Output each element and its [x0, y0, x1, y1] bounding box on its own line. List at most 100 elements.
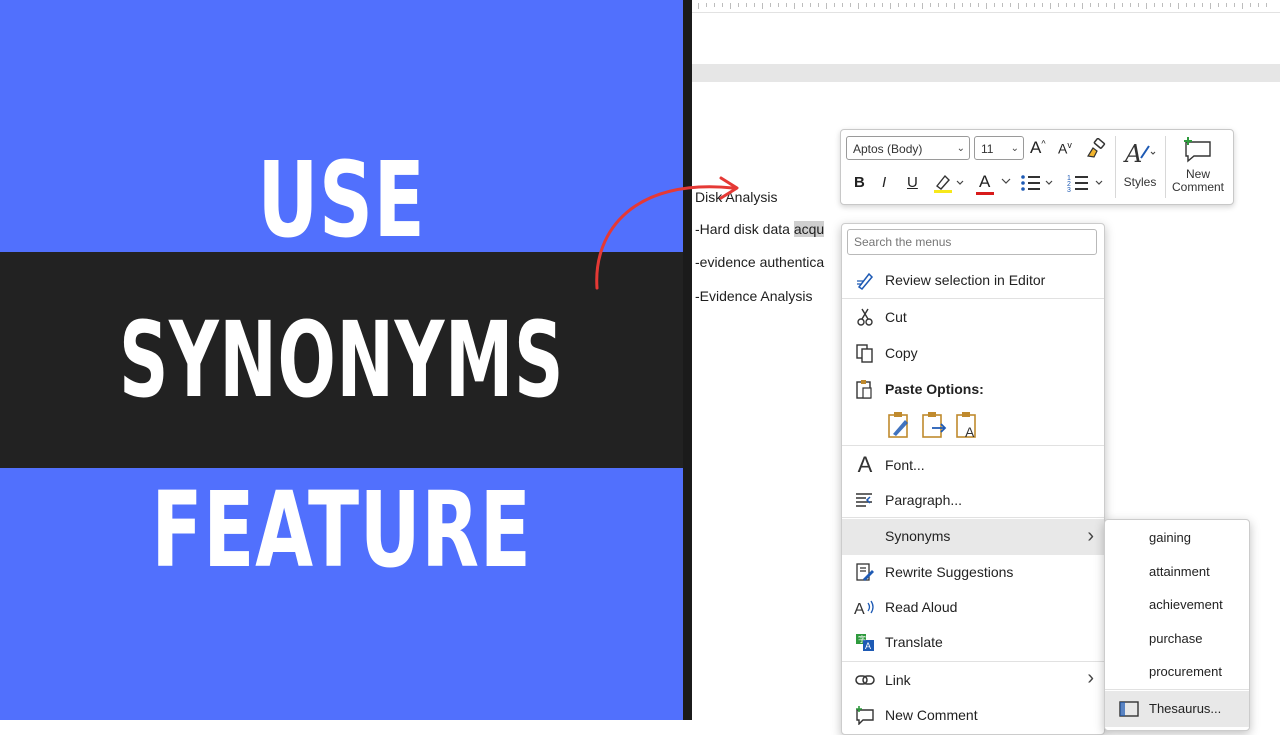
thesaurus-label: Thesaurus... — [1149, 701, 1222, 716]
font-name-select[interactable]: Aptos (Body) ⌄ — [846, 136, 970, 160]
search-menus-input[interactable]: Search the menus — [847, 229, 1097, 255]
menu-item-new-comment[interactable]: New Comment — [842, 698, 1104, 732]
ruler-tick — [794, 3, 795, 9]
menu-item-label: Cut — [885, 309, 907, 325]
italic-button[interactable]: I — [882, 174, 886, 191]
ruler-tick — [1018, 3, 1019, 9]
font-name-value: Aptos (Body) — [853, 142, 923, 156]
ruler-tick — [1226, 3, 1227, 7]
shrink-font-button[interactable]: Av — [1058, 140, 1072, 157]
menu-item-label: Rewrite Suggestions — [885, 564, 1014, 580]
ruler-tick — [738, 3, 739, 7]
ruler — [692, 0, 1280, 13]
synonym-item[interactable]: gaining — [1105, 522, 1249, 555]
bold-button[interactable]: B — [854, 174, 865, 191]
keep-source-formatting-icon[interactable] — [886, 410, 914, 440]
ruler-tick — [746, 3, 747, 7]
ruler-tick — [1138, 3, 1139, 7]
menu-item-paragraph[interactable]: Paragraph... — [842, 483, 1104, 517]
chevron-right-icon: › — [1087, 525, 1094, 547]
menu-item-read-aloud[interactable]: A Read Aloud — [842, 590, 1104, 624]
ruler-tick — [778, 3, 779, 7]
mini-toolbar: Aptos (Body) ⌄ 11 ⌄ A^ Av B I U A 1 2 3 … — [840, 129, 1234, 205]
ruler-tick — [938, 3, 939, 7]
new-comment-button[interactable]: New Comment — [1167, 134, 1229, 200]
merge-formatting-icon[interactable] — [920, 410, 948, 440]
menu-item-copy[interactable]: Copy — [842, 336, 1104, 370]
ruler-tick — [1090, 3, 1091, 7]
editor-pen-icon — [857, 272, 874, 290]
selected-word[interactable]: acqu — [793, 221, 825, 237]
ruler-tick — [802, 3, 803, 7]
ruler-tick — [970, 3, 971, 7]
ruler-tick — [922, 3, 923, 9]
ruler-tick — [946, 3, 947, 7]
menu-item-cut[interactable]: Cut — [842, 300, 1104, 334]
ruler-tick — [914, 3, 915, 7]
menu-item-rewrite-suggestions[interactable]: Rewrite Suggestions — [842, 555, 1104, 589]
synonym-item[interactable]: achievement — [1105, 589, 1249, 622]
ruler-tick — [1066, 3, 1067, 7]
promo-title-line-3: FEATURE — [151, 469, 532, 591]
menu-item-synonyms[interactable]: Synonyms › — [842, 519, 1104, 555]
ruler-tick — [1250, 3, 1251, 7]
synonym-label: gaining — [1149, 530, 1191, 545]
menu-item-label: Read Aloud — [885, 599, 958, 615]
synonym-label: achievement — [1149, 597, 1223, 612]
chevron-down-icon: ⌄ — [956, 143, 965, 154]
chevron-down-icon[interactable] — [1001, 176, 1011, 186]
menu-item-label: Copy — [885, 345, 918, 361]
menu-item-label: Link — [885, 672, 911, 688]
keep-text-only-icon[interactable]: A — [954, 410, 982, 440]
menu-item-translate[interactable]: 字 A Translate — [842, 625, 1104, 659]
bullets-icon[interactable] — [1019, 172, 1055, 194]
underline-button[interactable]: U — [907, 174, 918, 191]
ruler-tick — [810, 3, 811, 7]
ruler-tick — [1042, 3, 1043, 7]
thesaurus-item[interactable]: Thesaurus... — [1105, 691, 1249, 727]
ruler-tick — [986, 3, 987, 9]
ruler-tick — [1130, 3, 1131, 7]
menu-item-label: Review selection in Editor — [885, 272, 1046, 288]
ruler-tick — [1026, 3, 1027, 7]
highlight-color-icon[interactable] — [931, 172, 965, 194]
menu-separator — [842, 445, 1104, 446]
ruler-tick — [1218, 3, 1219, 7]
chevron-down-icon: ⌄ — [1010, 143, 1019, 154]
ruler-tick — [858, 3, 859, 9]
synonym-label: procurement — [1149, 664, 1222, 679]
font-color-icon: A — [979, 172, 991, 191]
menu-item-label: Paragraph... — [885, 492, 963, 508]
ruler-tick — [930, 3, 931, 7]
synonym-item[interactable]: procurement — [1105, 656, 1249, 689]
ruler-tick — [770, 3, 771, 7]
scissors-icon — [857, 308, 873, 326]
ruler-tick — [906, 3, 907, 7]
ruler-tick — [1058, 3, 1059, 7]
ruler-tick — [1178, 3, 1179, 9]
page-gap — [692, 64, 1280, 82]
ruler-tick — [842, 3, 843, 7]
ruler-tick — [994, 3, 995, 7]
ruler-tick — [954, 3, 955, 9]
menu-item-review-editor[interactable]: Review selection in Editor — [842, 263, 1104, 297]
promo-title-line-2: SYNONYMS — [118, 299, 565, 421]
numbering-icon[interactable]: 1 2 3 — [1067, 172, 1105, 194]
font-color-button[interactable]: A — [976, 172, 994, 195]
menu-separator — [842, 517, 1104, 518]
styles-button[interactable]: A Styles — [1118, 134, 1162, 200]
ruler-tick — [730, 3, 731, 9]
ruler-tick — [1258, 3, 1259, 7]
synonym-item[interactable]: purchase — [1105, 623, 1249, 656]
synonym-item[interactable]: attainment — [1105, 556, 1249, 589]
grow-font-button[interactable]: A^ — [1030, 138, 1046, 158]
font-size-select[interactable]: 11 ⌄ — [974, 136, 1024, 160]
ruler-tick — [1202, 3, 1203, 7]
menu-item-font[interactable]: A Font... — [842, 448, 1104, 482]
format-painter-icon[interactable] — [1085, 138, 1107, 160]
ruler-tick — [874, 3, 875, 7]
new-comment-label: New Comment — [1171, 167, 1224, 194]
menu-item-link[interactable]: Link › — [842, 663, 1104, 697]
annotation-arrow-icon — [595, 176, 739, 290]
ruler-tick — [754, 3, 755, 7]
